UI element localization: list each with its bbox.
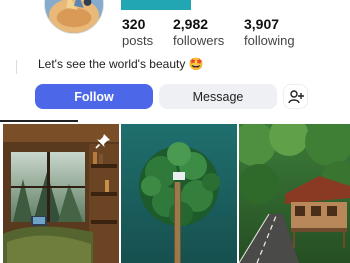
posts-stat[interactable]: 320 posts <box>122 16 153 49</box>
followers-count: 2,982 <box>173 16 209 32</box>
following-count: 3,907 <box>244 16 280 32</box>
add-person-icon <box>287 89 304 103</box>
post-thumbnail-island[interactable] <box>121 124 237 263</box>
followers-label: followers <box>173 33 225 48</box>
bio-divider <box>16 60 17 74</box>
follow-button[interactable]: Follow <box>35 84 153 109</box>
profile-avatar[interactable] <box>44 0 104 34</box>
posts-label: posts <box>122 33 154 48</box>
add-friend-button[interactable] <box>283 84 308 109</box>
profile-bio: Let's see the world's beauty 🤩 <box>38 57 204 71</box>
message-button[interactable]: Message <box>159 84 277 109</box>
avatar-image <box>45 0 103 33</box>
pin-icon <box>95 134 110 149</box>
island-aerial-photo <box>121 124 237 263</box>
followers-stat[interactable]: 2,982 followers <box>173 16 224 49</box>
post-thumbnail-forest-road[interactable] <box>239 124 350 263</box>
grid-tab-indicator <box>0 120 78 122</box>
forest-road-photo <box>239 124 350 263</box>
posts-count: 320 <box>122 16 146 32</box>
following-stat[interactable]: 3,907 following <box>244 16 295 49</box>
header-accent-strip <box>121 0 191 10</box>
following-label: following <box>244 33 295 48</box>
